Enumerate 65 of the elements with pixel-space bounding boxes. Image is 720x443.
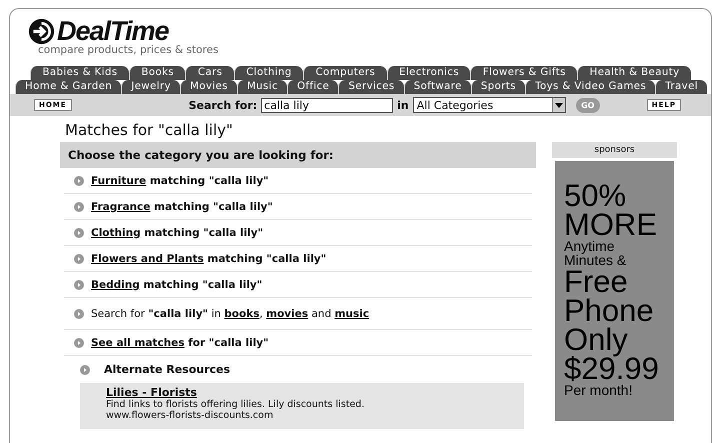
ad-text: Free <box>564 267 628 296</box>
bullet-icon <box>80 364 90 374</box>
bullet-icon <box>74 202 84 212</box>
logo-icon <box>28 18 55 44</box>
bullet-icon <box>74 228 84 238</box>
link[interactable]: Bedding <box>91 278 140 290</box>
category-tab[interactable]: Books <box>128 66 186 80</box>
category-tab[interactable]: Movies <box>180 80 237 94</box>
ad-text: Minutes & <box>564 253 628 267</box>
page-title: Matches for "calla lily" <box>64 120 234 141</box>
category-tab[interactable]: Software <box>404 80 471 94</box>
dropdown-arrow-icon <box>554 102 563 108</box>
link[interactable]: music <box>334 308 370 320</box>
ad-text: MORE <box>564 210 658 239</box>
category-tab[interactable]: Health & Beauty <box>577 66 691 80</box>
category-tab[interactable]: Home & Garden <box>15 80 122 94</box>
link[interactable]: See all matches <box>91 336 185 348</box>
link[interactable]: Flowers and Plants <box>91 252 204 264</box>
search-label: Search for: <box>188 98 258 112</box>
resource-link[interactable]: Lilies - Florists <box>106 386 498 399</box>
link[interactable]: Clothing <box>91 226 141 238</box>
category-tab[interactable]: Toys & Video Games <box>525 80 656 94</box>
category-tab[interactable]: Flowers & Gifts <box>470 66 578 80</box>
bullet-icon <box>74 280 84 290</box>
result-line: Flowers and Plants matching "calla lily" <box>91 252 326 264</box>
section-heading: Alternate Resources <box>104 363 230 376</box>
logo-text: DealTime <box>57 17 169 45</box>
bullet-icon <box>74 308 84 318</box>
category-tab[interactable]: Jewelry <box>121 80 180 94</box>
category-tab[interactable]: Computers <box>303 66 387 80</box>
result-line: See all matches for "calla lily" <box>91 336 269 348</box>
resource-description: Find links to florists offering lilies. Lily discounts listed. <box>106 399 366 410</box>
ad-text: 50% <box>564 181 628 210</box>
ad-text: Phone <box>564 296 655 325</box>
link[interactable]: movies <box>266 308 308 320</box>
category-tab[interactable]: Music <box>236 80 288 94</box>
category-tab[interactable]: Travel <box>655 80 708 94</box>
resource-url: www.flowers-florists-discounts.com <box>106 410 274 421</box>
link[interactable]: Fragrance <box>91 200 150 212</box>
in-label: in <box>397 98 409 112</box>
bullet-icon <box>74 176 84 186</box>
ad-banner[interactable]: 50% MORE Anytime Minutes & Free Phone Only $29.99 Per month! <box>555 161 674 421</box>
category-tab[interactable]: Cars <box>185 66 234 80</box>
link[interactable]: Furniture <box>91 174 146 186</box>
result-line: Search for "calla lily" in books, movies and music <box>91 308 370 320</box>
category-tab[interactable]: Babies & Kids <box>30 66 129 80</box>
category-dropdown[interactable]: All Categories <box>412 97 566 113</box>
ad-text: Only <box>564 325 628 354</box>
tagline: compare products, prices & stores <box>38 44 220 56</box>
sponsors-heading: sponsors <box>552 142 677 158</box>
panel-heading: Choose the category you are looking for: <box>60 142 536 168</box>
link[interactable]: books <box>224 308 260 320</box>
category-tab[interactable]: Services <box>338 80 404 94</box>
result-line: Fragrance matching "calla lily" <box>91 200 273 212</box>
result-line: Furniture matching "calla lily" <box>91 174 269 186</box>
category-tab[interactable]: Electronics <box>386 66 470 80</box>
result-line: Bedding matching "calla lily" <box>91 278 262 290</box>
bullet-icon <box>74 254 84 264</box>
ad-text: Anytime <box>564 239 616 253</box>
bullet-icon <box>74 338 84 348</box>
result-line: Clothing matching "calla lily" <box>91 226 264 238</box>
category-tab[interactable]: Sports <box>470 80 526 94</box>
search-field[interactable]: calla lily <box>261 98 394 112</box>
ad-text: Per month! <box>564 383 634 397</box>
category-tab[interactable]: Office <box>287 80 338 94</box>
